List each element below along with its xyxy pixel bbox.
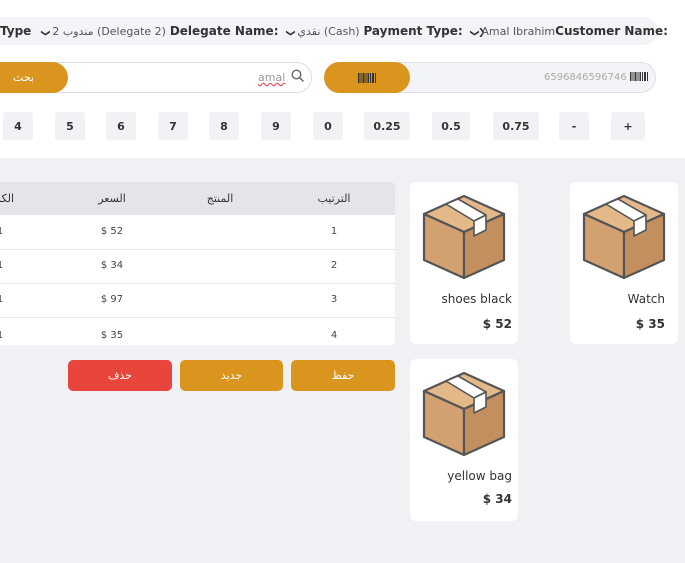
cell-order: 1 — [330, 226, 338, 237]
payment-value: نقدي (Cash) — [297, 25, 360, 38]
new-button[interactable]: جديد — [180, 360, 283, 391]
cell-qty[interactable]: 1 — [0, 260, 3, 271]
barcode-value: 6596846596746 — [544, 72, 648, 83]
keypad-7[interactable]: 7 — [158, 112, 188, 140]
chevron-down-icon: ❯ — [284, 29, 295, 37]
cell-order: 3 — [330, 294, 338, 305]
delegate-label: Delegate Name: — [169, 24, 279, 38]
order-table: الترتيب المنتج السعر الكمية 1 $ 52 1 2 $… — [0, 182, 395, 345]
save-button[interactable]: حفظ — [291, 360, 395, 391]
keypad-8[interactable]: 8 — [209, 112, 239, 140]
cell-qty[interactable]: 1 — [0, 226, 3, 237]
customer-value: Amal Ibrahim — [481, 25, 556, 38]
product-price: $ 34 — [482, 492, 512, 506]
product-price: $ 35 — [635, 317, 665, 331]
chevron-down-icon: ❯ — [39, 29, 50, 37]
delete-button-label: حذف — [108, 369, 132, 382]
keypad-0[interactable]: 0 — [313, 112, 343, 140]
keypad-0-75[interactable]: 0.75 — [493, 112, 539, 140]
box-icon — [422, 371, 506, 457]
keypad-0-25[interactable]: 0.25 — [364, 112, 410, 140]
search-button[interactable]: بحث — [0, 62, 68, 93]
keypad-0-5[interactable]: 0.5 — [432, 112, 470, 140]
search-value: amal — [258, 71, 286, 84]
delegate-selector[interactable]: ❯ مندوب 2 (Delegate 2) Delegate Name: — [39, 24, 279, 38]
product-card[interactable]: Watch $ 35 — [570, 182, 678, 344]
table-row[interactable]: 1 $ 52 1 — [0, 215, 395, 250]
keypad-minus[interactable]: - — [559, 112, 589, 140]
keypad-plus[interactable]: + — [611, 112, 645, 140]
new-button-label: جديد — [220, 369, 243, 382]
type-label-text: Type — [0, 24, 32, 38]
cell-price: $ 52 — [100, 226, 124, 237]
product-card[interactable]: shoes black $ 52 — [410, 182, 518, 344]
product-name: yellow bag — [447, 469, 512, 483]
cell-order: 4 — [330, 330, 338, 341]
customer-selector[interactable]: ❯ Amal IbrahimCustomer Name: — [468, 24, 668, 38]
chevron-down-icon: ❯ — [468, 29, 479, 37]
type-label: Type — [0, 24, 31, 38]
keypad-6[interactable]: 6 — [106, 112, 136, 140]
barcode-icon — [358, 72, 376, 83]
box-icon — [582, 194, 666, 280]
box-icon — [422, 194, 506, 280]
cell-price: $ 34 — [100, 260, 124, 271]
cell-order: 2 — [330, 260, 338, 271]
cell-price: $ 97 — [100, 294, 124, 305]
delete-button[interactable]: حذف — [68, 360, 172, 391]
product-card[interactable]: yellow bag $ 34 — [410, 359, 518, 521]
keypad-9[interactable]: 9 — [261, 112, 291, 140]
column-price: السعر — [98, 192, 126, 205]
barcode-small-icon — [629, 72, 648, 81]
payment-selector[interactable]: ❯ نقدي (Cash) Payment Type: — [284, 24, 463, 38]
table-header: الترتيب المنتج السعر الكمية — [0, 182, 395, 215]
delegate-value: مندوب 2 (Delegate 2) — [52, 25, 166, 38]
customer-label: Customer Name: — [555, 24, 668, 38]
search-button-label: بحث — [13, 71, 34, 84]
column-order: الترتيب — [317, 192, 351, 205]
payment-label: Payment Type: — [363, 24, 463, 38]
table-row[interactable]: 2 $ 34 1 — [0, 249, 395, 284]
product-name: Watch — [627, 292, 665, 306]
barcode-scan-button[interactable] — [324, 62, 410, 93]
keypad-5[interactable]: 5 — [55, 112, 85, 140]
cell-qty[interactable]: 1 — [0, 330, 3, 341]
cell-price: $ 35 — [100, 330, 124, 341]
product-price: $ 52 — [482, 317, 512, 331]
keypad-4[interactable]: 4 — [3, 112, 33, 140]
column-qty: الكمية — [0, 192, 15, 205]
save-button-label: حفظ — [331, 369, 355, 382]
barcode-number: 6596846596746 — [544, 72, 627, 83]
table-row[interactable]: 3 $ 97 1 — [0, 283, 395, 318]
search-icon — [291, 69, 305, 83]
product-name: shoes black — [441, 292, 513, 306]
table-row[interactable]: 4 $ 35 1 — [0, 317, 395, 345]
column-product: المنتج — [206, 192, 234, 205]
cell-qty[interactable]: 1 — [0, 294, 3, 305]
